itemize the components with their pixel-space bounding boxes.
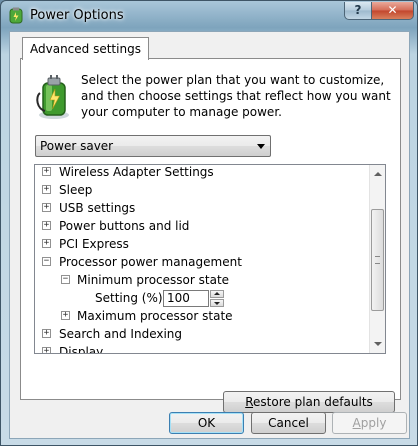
tree-item-label: Wireless Adapter Settings <box>59 165 214 179</box>
expand-icon[interactable]: + <box>42 167 51 176</box>
restore-plan-defaults-button[interactable]: Restore plan defaults <box>223 391 395 413</box>
close-button[interactable]: ✕ <box>371 2 414 20</box>
battery-plug-icon <box>36 75 69 119</box>
apply-accelerator: A <box>352 416 361 430</box>
scrollbar-thumb[interactable] <box>371 209 384 311</box>
tree-scrollbar[interactable] <box>369 165 385 353</box>
collapse-icon[interactable]: − <box>61 275 70 284</box>
tree-item-label: Sleep <box>59 183 93 197</box>
power-plan-dropdown[interactable]: Power saver <box>35 135 271 157</box>
tree-item[interactable]: + USB settings <box>35 199 369 217</box>
intro-text: Select the power plan that you want to c… <box>81 73 391 119</box>
power-options-icon <box>9 7 23 24</box>
expand-icon[interactable]: + <box>42 347 51 353</box>
collapse-icon[interactable]: − <box>42 257 51 266</box>
title-bar[interactable]: Power Options ? ✕ <box>1 1 417 31</box>
restore-accelerator: R <box>245 395 254 409</box>
expand-icon[interactable]: + <box>42 239 51 248</box>
tree-item[interactable]: − Processor power management <box>35 253 369 271</box>
spin-up-icon[interactable] <box>210 290 224 298</box>
expand-icon[interactable]: + <box>61 311 70 320</box>
scroll-up-icon[interactable] <box>371 166 385 182</box>
dialog-client-area: Advanced settings Select the power plan … <box>9 31 410 439</box>
tree-item-label: Processor power management <box>59 255 242 269</box>
setting-label: Setting (%): <box>95 291 167 305</box>
power-plan-selected: Power saver <box>40 139 114 153</box>
expand-icon[interactable]: + <box>42 185 51 194</box>
tab-advanced-settings[interactable]: Advanced settings <box>22 37 149 60</box>
setting-value-input[interactable]: 100 <box>163 290 209 307</box>
setting-row: Setting (%): 100 <box>35 289 369 307</box>
ok-button[interactable]: OK <box>169 412 244 434</box>
expand-icon[interactable]: + <box>42 221 51 230</box>
advanced-settings-panel: Select the power plan that you want to c… <box>20 58 401 413</box>
tree-item-label: Maximum processor state <box>77 309 233 323</box>
tree-item-label: Search and Indexing <box>59 327 183 341</box>
scroll-down-icon[interactable] <box>371 336 385 352</box>
apply-button[interactable]: Apply <box>332 412 407 434</box>
window-title: Power Options <box>30 8 124 23</box>
tree-item-label: USB settings <box>59 201 136 215</box>
chevron-down-icon <box>257 144 265 149</box>
tree-item[interactable]: + Maximum processor state <box>35 307 369 325</box>
help-button[interactable]: ? <box>344 2 372 20</box>
tree-item[interactable]: + PCI Express <box>35 235 369 253</box>
tree-item[interactable]: + Display <box>35 343 369 354</box>
spin-down-icon[interactable] <box>210 299 224 307</box>
tree-item[interactable]: + Sleep <box>35 181 369 199</box>
tree-item-label: Display <box>59 345 104 354</box>
tree-item[interactable]: + Wireless Adapter Settings <box>35 165 369 181</box>
tree-item-label: PCI Express <box>59 237 129 251</box>
restore-label: estore plan defaults <box>253 395 373 409</box>
tree-item[interactable]: + Search and Indexing <box>35 325 369 343</box>
apply-label: pply <box>360 416 387 430</box>
power-options-window: Power Options ? ✕ Advanced settings Sele… <box>0 0 418 446</box>
tree-item[interactable]: + Power buttons and lid <box>35 217 369 235</box>
tree-item-label: Power buttons and lid <box>59 219 190 233</box>
cancel-button[interactable]: Cancel <box>251 412 326 434</box>
tree-item[interactable]: − Minimum processor state <box>35 271 369 289</box>
setting-spinner[interactable] <box>210 290 224 307</box>
expand-icon[interactable]: + <box>42 203 51 212</box>
tree-item-label: Minimum processor state <box>77 273 230 287</box>
settings-tree[interactable]: + Wireless Adapter Settings + Sleep + US… <box>34 164 386 354</box>
expand-icon[interactable]: + <box>42 329 51 338</box>
